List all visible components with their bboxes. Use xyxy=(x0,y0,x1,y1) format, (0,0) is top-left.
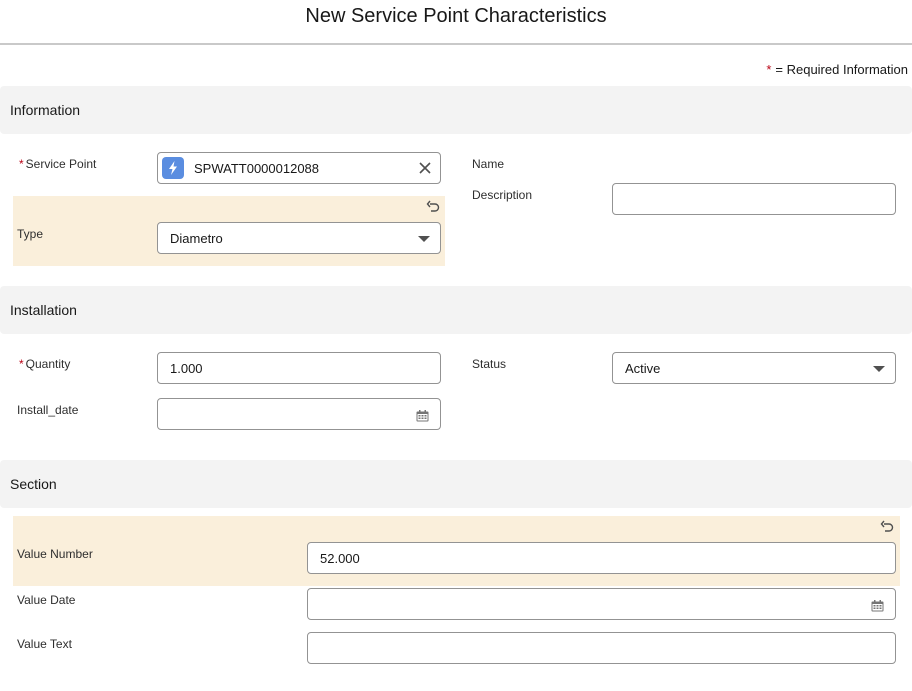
value-number-input[interactable]: 52.000 xyxy=(307,542,896,574)
name-label: Name xyxy=(472,157,505,171)
value-text-input[interactable] xyxy=(307,632,896,664)
value-number-label: Value Number xyxy=(17,547,93,561)
install-date-label: Install_date xyxy=(17,403,79,417)
service-point-label: * Service Point xyxy=(19,157,97,171)
status-select[interactable]: Active xyxy=(612,352,896,384)
chevron-down-icon xyxy=(873,366,885,372)
status-value: Active xyxy=(625,361,661,376)
description-label: Description xyxy=(472,188,533,202)
section-title: Information xyxy=(10,102,81,118)
type-label: Type xyxy=(17,227,44,241)
section-title: Section xyxy=(10,476,57,492)
status-label: Status xyxy=(472,357,507,371)
quantity-input[interactable]: 1.000 xyxy=(157,352,441,384)
required-legend-text: = Required Information xyxy=(775,62,908,77)
description-input[interactable] xyxy=(612,183,896,215)
lightning-bolt-icon xyxy=(162,157,184,179)
service-point-lookup[interactable]: SPWATT0000012088 xyxy=(157,152,441,184)
quantity-label: * Quantity xyxy=(19,357,71,371)
value-date-input[interactable] xyxy=(307,588,896,620)
required-star: * xyxy=(766,62,772,77)
calendar-icon[interactable] xyxy=(871,599,884,612)
modal-header: New Service Point Characteristics xyxy=(0,0,912,45)
quantity-value: 1.000 xyxy=(170,361,203,376)
value-text-label: Value Text xyxy=(17,637,72,651)
chevron-down-icon xyxy=(418,236,430,242)
install-date-input[interactable] xyxy=(157,398,441,430)
required-star: * xyxy=(19,357,24,371)
service-point-value: SPWATT0000012088 xyxy=(194,161,320,176)
section-title: Installation xyxy=(10,302,77,318)
undo-icon[interactable] xyxy=(426,199,440,213)
type-value: Diametro xyxy=(170,231,223,246)
value-number-value: 52.000 xyxy=(320,551,360,566)
section-header-section[interactable]: Section xyxy=(0,460,912,508)
undo-icon[interactable] xyxy=(880,519,894,533)
section-header-installation[interactable]: Installation xyxy=(0,286,912,334)
clear-selection-icon[interactable] xyxy=(418,161,432,175)
value-date-label: Value Date xyxy=(17,593,76,607)
required-star: * xyxy=(19,157,24,171)
type-select[interactable]: Diametro xyxy=(157,222,441,254)
modal-title: New Service Point Characteristics xyxy=(305,5,607,27)
required-legend: * = Required Information xyxy=(766,62,908,77)
calendar-icon[interactable] xyxy=(416,409,429,422)
section-header-information[interactable]: Information xyxy=(0,86,912,134)
